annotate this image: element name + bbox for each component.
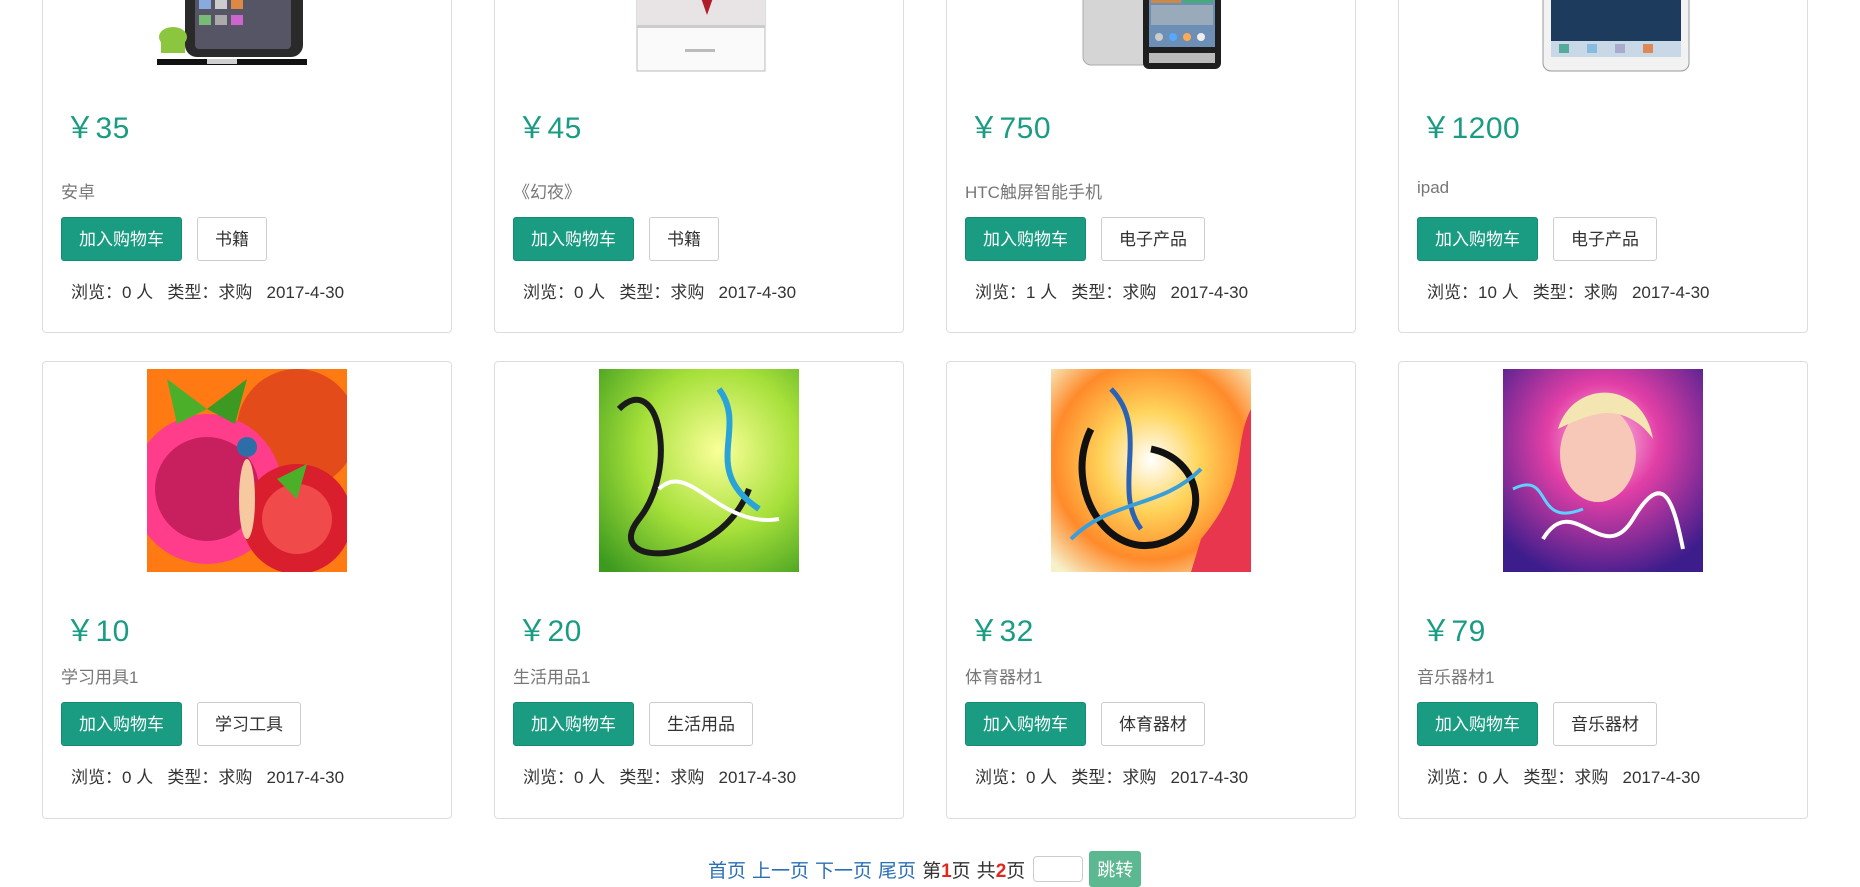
product-meta: 浏览：0 人 类型：求购 2017-4-30	[71, 283, 345, 302]
green-swirl-art-image	[599, 369, 799, 572]
product-card: ￥45 《幻夜》 加入购物车 书籍 浏览：0 人 类型：求购 2017-4-30	[494, 0, 904, 333]
neon-portrait-art-image	[1503, 369, 1703, 572]
last-page-link[interactable]: 尾页	[878, 856, 916, 883]
product-name[interactable]: 生活用品1	[513, 663, 590, 688]
ipad-image	[1542, 0, 1690, 72]
product-image[interactable]	[1503, 0, 1703, 72]
add-to-cart-button[interactable]: 加入购物车	[965, 702, 1086, 746]
product-price: ￥750	[969, 112, 1052, 145]
product-price: ￥20	[517, 615, 582, 648]
product-name[interactable]: ipad	[1417, 178, 1449, 198]
butterfly-art-image	[147, 369, 347, 572]
product-image[interactable]	[599, 0, 799, 72]
product-card: ￥10 学习用具1 加入购物车 学习工具 浏览：0 人 类型：求购 2017-4…	[42, 361, 452, 819]
htc-phone-image	[1082, 0, 1221, 69]
category-tag-button[interactable]: 体育器材	[1101, 702, 1205, 746]
product-image[interactable]	[1503, 369, 1703, 572]
page-indicator: 第1页	[922, 856, 971, 883]
product-image[interactable]	[599, 369, 799, 572]
product-price: ￥32	[969, 615, 1034, 648]
product-price: ￥45	[517, 112, 582, 145]
total-suffix: 页	[1006, 860, 1026, 882]
product-card: ￥79 音乐器材1 加入购物车 音乐器材 浏览：0 人 类型：求购 2017-4…	[1398, 361, 1808, 819]
total-pages-number: 2	[995, 860, 1007, 882]
product-card: ￥750 HTC触屏智能手机 加入购物车 电子产品 浏览：1 人 类型：求购 2…	[946, 0, 1356, 333]
product-meta: 浏览：0 人 类型：求购 2017-4-30	[523, 283, 797, 302]
product-image[interactable]	[147, 0, 347, 72]
product-meta: 浏览：0 人 类型：求购 2017-4-30	[975, 768, 1249, 787]
product-name[interactable]: 安卓	[61, 178, 95, 203]
product-name[interactable]: HTC触屏智能手机	[965, 178, 1102, 203]
current-page-number: 1	[941, 860, 952, 882]
android-phone-image	[157, 0, 307, 65]
product-card: ￥32 体育器材1 加入购物车 体育器材 浏览：0 人 类型：求购 2017-4…	[946, 361, 1356, 819]
category-tag-button[interactable]: 电子产品	[1553, 217, 1657, 261]
book-image	[636, 0, 766, 72]
product-price: ￥1200	[1421, 112, 1521, 145]
product-card: ￥1200 ipad 加入购物车 电子产品 浏览：10 人 类型：求购 2017…	[1398, 0, 1808, 333]
jump-button[interactable]: 跳转	[1089, 851, 1142, 887]
next-page-link[interactable]: 下一页	[815, 856, 872, 883]
first-page-link[interactable]: 首页	[708, 856, 746, 883]
page-jump-input[interactable]	[1033, 856, 1084, 882]
product-meta: 浏览：0 人 类型：求购 2017-4-30	[71, 768, 345, 787]
abstract-swirl-art-image	[1051, 369, 1251, 572]
total-pages-indicator: 共2页	[977, 856, 1026, 883]
category-tag-button[interactable]: 书籍	[197, 217, 267, 261]
product-meta: 浏览：0 人 类型：求购 2017-4-30	[1427, 768, 1701, 787]
prev-page-link[interactable]: 上一页	[752, 856, 809, 883]
category-tag-button[interactable]: 电子产品	[1101, 217, 1205, 261]
product-image[interactable]	[1051, 369, 1251, 572]
product-meta: 浏览：10 人 类型：求购 2017-4-30	[1427, 283, 1710, 302]
add-to-cart-button[interactable]: 加入购物车	[1417, 217, 1538, 261]
add-to-cart-button[interactable]: 加入购物车	[61, 702, 182, 746]
add-to-cart-button[interactable]: 加入购物车	[965, 217, 1086, 261]
add-to-cart-button[interactable]: 加入购物车	[1417, 702, 1538, 746]
product-image[interactable]	[147, 369, 347, 572]
page-prefix: 第	[922, 860, 942, 882]
product-image[interactable]	[1051, 0, 1251, 72]
product-price: ￥35	[65, 112, 130, 145]
page-suffix: 页	[951, 860, 971, 882]
category-tag-button[interactable]: 生活用品	[649, 702, 753, 746]
product-card: ￥35 安卓 加入购物车 书籍 浏览：0 人 类型：求购 2017-4-30	[42, 0, 452, 333]
product-name[interactable]: 音乐器材1	[1417, 663, 1494, 688]
product-price: ￥10	[65, 615, 130, 648]
product-name[interactable]: 学习用具1	[61, 663, 138, 688]
category-tag-button[interactable]: 书籍	[649, 217, 719, 261]
product-price: ￥79	[1421, 615, 1486, 648]
add-to-cart-button[interactable]: 加入购物车	[61, 217, 182, 261]
pagination: 首页 上一页 下一页 尾页 第1页 共2页 跳转	[708, 851, 1142, 887]
product-meta: 浏览：0 人 类型：求购 2017-4-30	[523, 768, 797, 787]
product-name[interactable]: 体育器材1	[965, 663, 1042, 688]
product-card: ￥20 生活用品1 加入购物车 生活用品 浏览：0 人 类型：求购 2017-4…	[494, 361, 904, 819]
add-to-cart-button[interactable]: 加入购物车	[513, 217, 634, 261]
total-prefix: 共	[976, 860, 996, 882]
product-meta: 浏览：1 人 类型：求购 2017-4-30	[975, 283, 1249, 302]
product-name[interactable]: 《幻夜》	[513, 178, 581, 203]
category-tag-button[interactable]: 音乐器材	[1553, 702, 1657, 746]
category-tag-button[interactable]: 学习工具	[197, 702, 301, 746]
add-to-cart-button[interactable]: 加入购物车	[513, 702, 634, 746]
